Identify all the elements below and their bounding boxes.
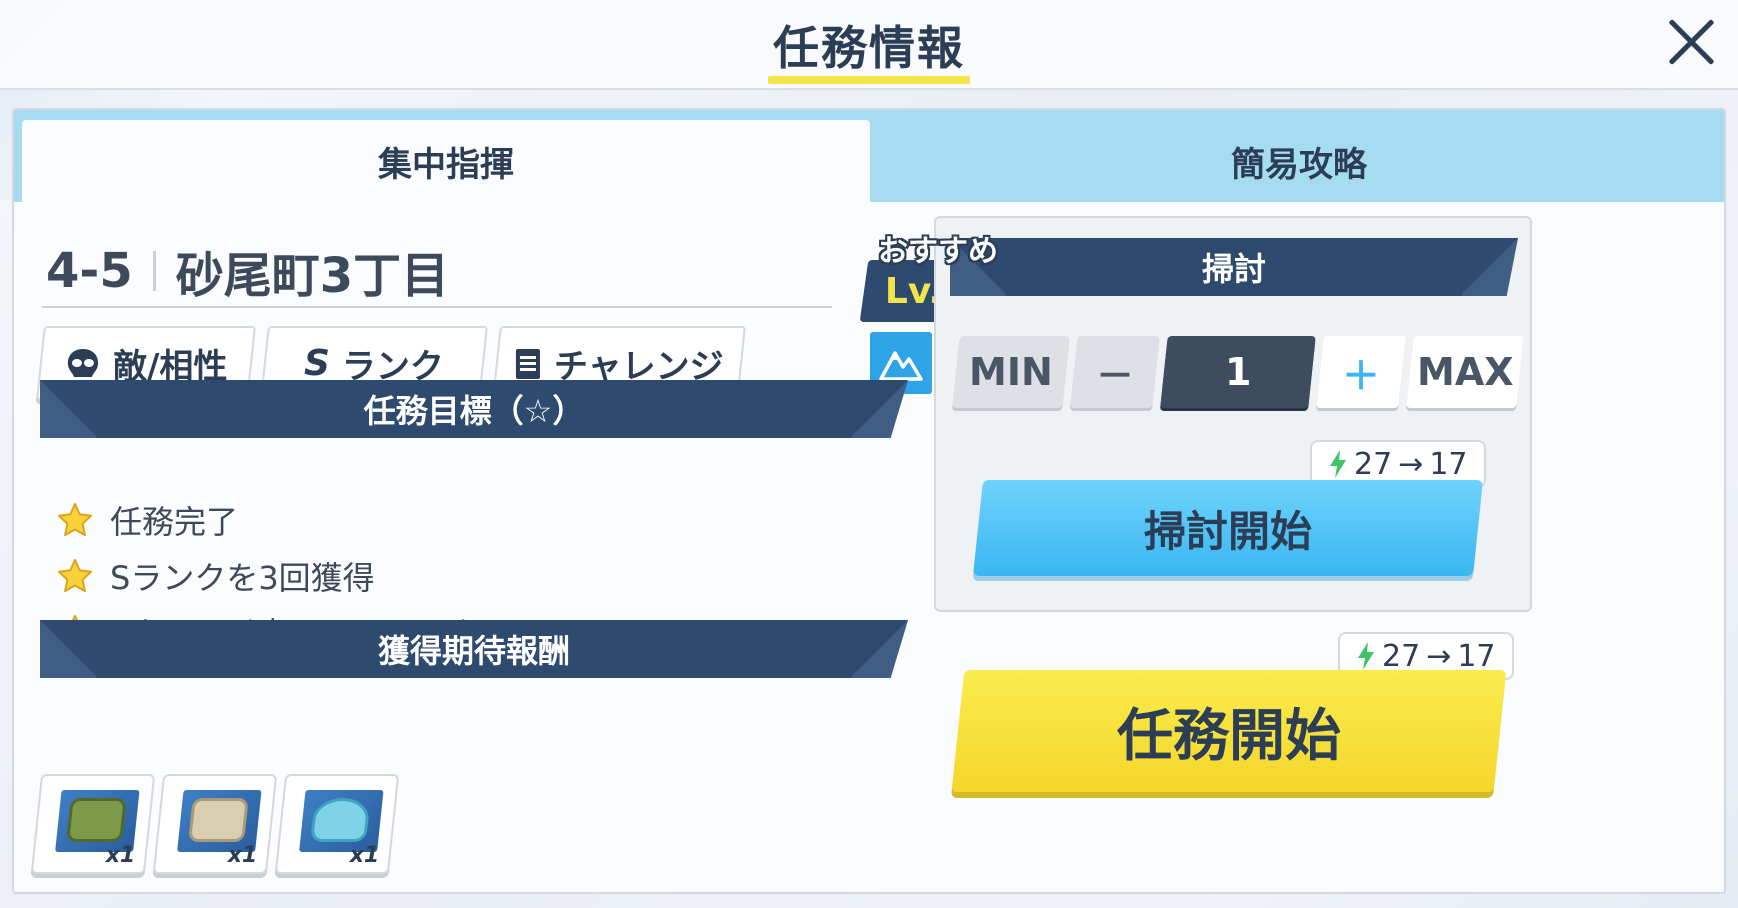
- minus-icon: －: [1095, 353, 1134, 398]
- sweep-start-button[interactable]: 掃討開始: [972, 480, 1484, 576]
- sweep-count-field[interactable]: 1: [1160, 336, 1316, 408]
- sweep-header: 掃討: [950, 238, 1518, 296]
- reward-quantity: x1: [105, 843, 135, 868]
- sweep-plus-button[interactable]: ＋: [1316, 336, 1406, 408]
- close-button[interactable]: [1664, 14, 1720, 70]
- mission-goals-title: 任務目標（☆）: [363, 392, 585, 430]
- lightning-icon: [1330, 450, 1346, 478]
- stage-separator: [152, 251, 156, 291]
- title-underline: [768, 76, 970, 84]
- recommended-label: おすすめ: [878, 234, 998, 269]
- header: 任務情報: [0, 0, 1738, 90]
- arrow-right-icon: →: [1398, 446, 1424, 482]
- mission-start-label: 任務開始: [1117, 703, 1341, 769]
- mountain-terrain-icon: [879, 351, 923, 381]
- reward-quantity: x1: [227, 843, 257, 868]
- reward-item[interactable]: x1: [30, 774, 156, 874]
- reward-quantity: x1: [349, 843, 379, 868]
- plus-icon: ＋: [1341, 353, 1380, 398]
- star-icon: [57, 502, 93, 537]
- mission-cost-to: 17: [1457, 638, 1496, 674]
- stage-title: 4-5 砂尾町3丁目: [42, 236, 832, 308]
- reward-item[interactable]: x1: [274, 774, 400, 874]
- green-equipment-icon: [66, 798, 127, 842]
- sweep-max-button[interactable]: MAX: [1406, 336, 1524, 408]
- arrow-right-icon: →: [1426, 638, 1452, 674]
- rewards-title: 獲得期待報酬: [377, 632, 570, 670]
- tab-focused-command[interactable]: 集中指揮: [22, 120, 870, 202]
- enemy-skull-icon: [67, 348, 98, 376]
- sweep-cost-to: 17: [1429, 446, 1468, 482]
- sweep-minus-button[interactable]: －: [1070, 336, 1160, 408]
- stage-number: 4-5: [46, 243, 133, 299]
- rewards-header: 獲得期待報酬: [40, 620, 908, 678]
- tab-easy-guide[interactable]: 簡易攻略: [870, 120, 1724, 202]
- reward-item[interactable]: x1: [152, 774, 278, 874]
- goal-item: 任務完了: [56, 492, 544, 548]
- stage-name: 砂尾町3丁目: [175, 248, 450, 304]
- goal-item: Sランクを3回獲得: [56, 548, 544, 604]
- mission-panel: 集中指揮 簡易攻略 4-5 砂尾町3丁目 おすすめ Lv.20 敵/相性: [12, 108, 1726, 894]
- sweep-cost-from: 27: [1354, 446, 1393, 482]
- sweep-start-label: 掃討開始: [1143, 506, 1312, 556]
- mission-goals-header: 任務目標（☆）: [40, 380, 908, 438]
- bag-equipment-icon: [188, 798, 249, 842]
- mission-cost-from: 27: [1382, 638, 1421, 674]
- rewards-list: x1 x1 x1: [30, 774, 400, 874]
- sweep-max-label: MAX: [1416, 350, 1514, 394]
- sweep-title: 掃討: [1201, 250, 1266, 288]
- lightning-icon: [1358, 642, 1374, 670]
- sweep-min-label: MIN: [969, 350, 1053, 394]
- sweep-count-value: 1: [1224, 350, 1252, 394]
- star-icon: [57, 558, 93, 593]
- clipboard-icon: [516, 348, 541, 378]
- tab-bar: 集中指揮 簡易攻略: [14, 110, 1724, 202]
- goal-text: Sランクを3回獲得: [110, 559, 375, 597]
- page-title: 任務情報: [773, 21, 965, 75]
- goal-text: 任務完了: [110, 503, 239, 541]
- mission-start-button[interactable]: 任務開始: [951, 670, 1507, 792]
- s-rank-icon: S: [304, 342, 330, 384]
- sweep-min-button[interactable]: MIN: [952, 336, 1070, 408]
